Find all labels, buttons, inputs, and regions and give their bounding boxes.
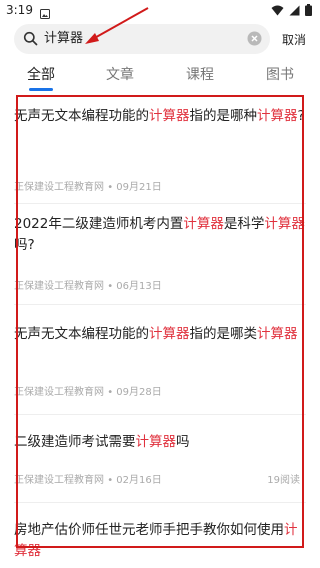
search-icon: [23, 31, 38, 50]
tab-books[interactable]: 图书: [250, 64, 310, 84]
active-tab-indicator: [29, 88, 53, 91]
results-list: 无声无文本编程功能的计算器指的是哪种计算器? 正保建设工程教育网 • 09月21…: [0, 94, 320, 568]
item-meta: 正保建设工程教育网 • 09月28日: [14, 387, 162, 398]
item-title: 二级建造师考试需要计算器吗: [14, 434, 190, 450]
list-item[interactable]: 无声无文本编程功能的计算器指的是哪类计算器 正保建设工程教育网 • 09月28日: [14, 324, 306, 398]
divider: [14, 304, 306, 305]
list-item[interactable]: 2022年二级建造师机考内置计算器是科学计算器吗? 正保建设工程教育网 • 06…: [14, 214, 306, 292]
divider: [14, 414, 306, 415]
cancel-button[interactable]: 取消: [282, 31, 306, 48]
list-item[interactable]: 无声无文本编程功能的计算器指的是哪种计算器? 正保建设工程教育网 • 09月21…: [14, 106, 306, 193]
tab-courses[interactable]: 课程: [170, 64, 230, 84]
divider: [14, 203, 306, 204]
view-count: 19阅读: [267, 475, 300, 486]
tab-all[interactable]: 全部: [11, 64, 71, 84]
item-title: 无声无文本编程功能的计算器指的是哪类计算器: [14, 326, 298, 342]
item-title: 房地产估价师任世元老师手把手教你如何使用计算器: [14, 522, 298, 559]
list-item[interactable]: 二级建造师考试需要计算器吗 正保建设工程教育网 • 02月16日 19阅读: [14, 432, 306, 486]
item-meta: 正保建设工程教育网 • 02月16日: [14, 475, 162, 486]
item-title: 2022年二级建造师机考内置计算器是科学计算器吗?: [14, 216, 305, 253]
item-meta: 正保建设工程教育网 • 06月13日: [14, 281, 162, 292]
search-input[interactable]: 计算器: [44, 30, 244, 48]
search-box[interactable]: 计算器: [14, 24, 270, 54]
wifi-icon: [271, 5, 284, 15]
divider: [14, 502, 306, 503]
status-time: 3:19: [6, 3, 33, 17]
list-item[interactable]: 房地产估价师任世元老师手把手教你如何使用计算器: [14, 520, 306, 562]
battery-icon: [305, 4, 312, 16]
status-icons: [271, 4, 312, 16]
tab-articles[interactable]: 文章: [90, 64, 150, 84]
item-meta: 正保建设工程教育网 • 09月21日: [14, 182, 162, 193]
category-tabs: 全部 文章 课程 图书: [0, 58, 320, 92]
signal-icon: [289, 5, 300, 15]
search-row: 计算器 取消: [0, 24, 320, 56]
item-title: 无声无文本编程功能的计算器指的是哪种计算器?: [14, 108, 305, 124]
status-bar: 3:19: [0, 0, 320, 22]
photo-notification-icon: [40, 4, 50, 23]
clear-icon[interactable]: [247, 31, 262, 50]
